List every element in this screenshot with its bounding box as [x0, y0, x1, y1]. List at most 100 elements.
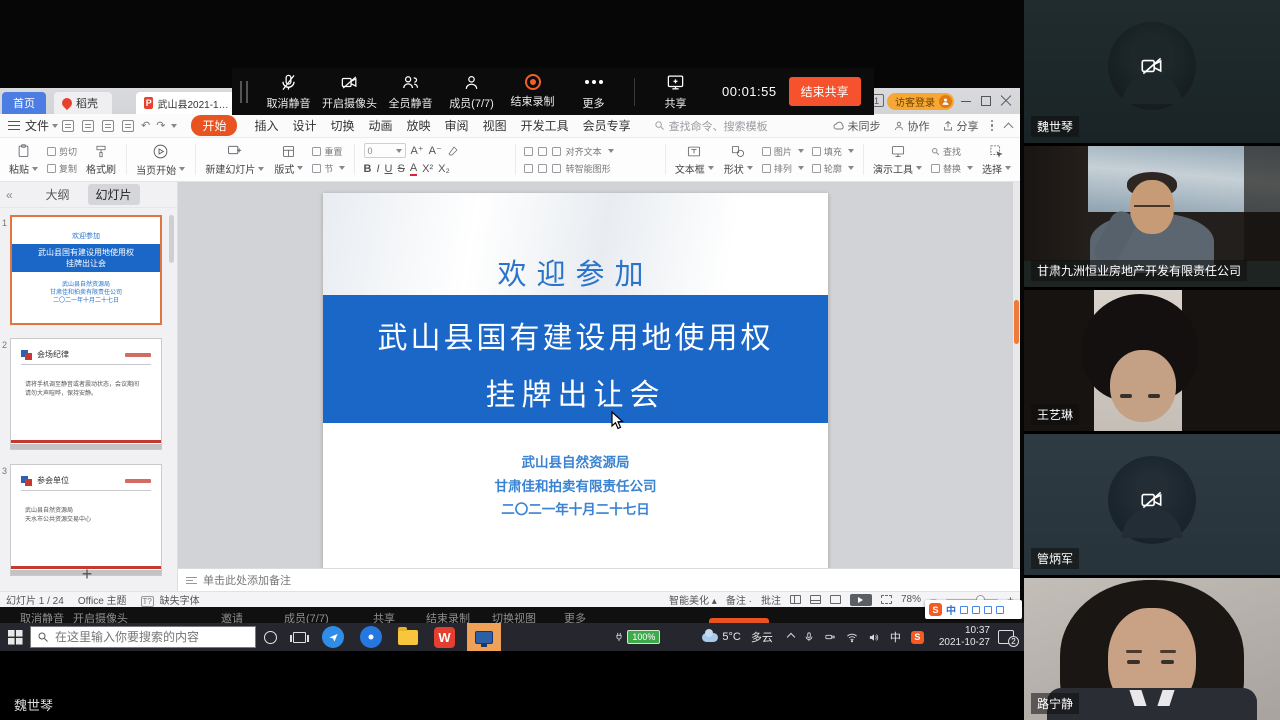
preview-icon[interactable] — [122, 120, 134, 132]
ime-grid-icon[interactable] — [996, 606, 1004, 614]
tray-network[interactable] — [846, 632, 858, 643]
beautify-button[interactable]: 智能美化 ▴ — [669, 592, 717, 607]
blue-app-button[interactable] — [360, 626, 382, 648]
bb-mute[interactable]: 取消静音 — [20, 610, 64, 623]
missing-font-warning[interactable]: T? 缺失字体 — [141, 592, 200, 607]
format-painter-button[interactable]: 格式刷 — [81, 140, 121, 179]
section-button[interactable]: 节 — [312, 162, 345, 175]
slide-thumbnail-3[interactable]: 参会单位 武山县自然资源局 天水市公共资源交易中心 — [10, 464, 162, 576]
normal-view-icon[interactable] — [790, 595, 801, 604]
file-menu[interactable]: 文件 — [25, 117, 49, 134]
ribbon-tab-insert[interactable]: 插入 — [254, 117, 278, 134]
close-button[interactable] — [1000, 95, 1012, 107]
slide-canvas[interactable]: 欢迎参加 武山县国有建设用地使用权 挂牌出让会 武山县自然资源局 甘肃佳和拍卖有… — [178, 182, 1020, 568]
ime-indicator[interactable]: 中 — [890, 629, 901, 645]
taskbar-search-input[interactable] — [55, 630, 235, 644]
sync-status[interactable]: 未同步 — [833, 118, 881, 134]
comments-button[interactable]: 批注 — [761, 592, 781, 607]
weather-desc[interactable]: 多云 — [751, 629, 773, 645]
layout-button[interactable]: 版式 — [269, 140, 308, 179]
sorter-view-icon[interactable] — [810, 595, 821, 604]
ribbon-tab-view[interactable]: 视图 — [483, 117, 507, 134]
ribbon-tab-transition[interactable]: 切换 — [331, 117, 355, 134]
present-tools-button[interactable]: 演示工具 — [868, 140, 927, 179]
end-share-button[interactable]: 结束共享 — [789, 77, 861, 106]
shapes-button[interactable]: 形状 — [719, 140, 758, 179]
clock[interactable]: 10:37 2021-10-27 — [939, 625, 990, 649]
meeting-app-button[interactable] — [322, 626, 344, 648]
font-size-box[interactable]: 0 — [364, 143, 406, 158]
paste-button[interactable]: 粘贴 — [4, 140, 43, 179]
find-button[interactable]: 查找 — [931, 145, 973, 158]
fill-button[interactable]: 填充 — [812, 145, 854, 158]
number-list-icon[interactable] — [538, 147, 547, 156]
tray-usb[interactable] — [824, 632, 836, 642]
zoom-level[interactable]: 78% — [901, 594, 921, 605]
participant-tile[interactable]: 甘肃九洲恒业房地产开发有限责任公司 — [1024, 146, 1280, 287]
action-center-button[interactable]: 2 — [998, 630, 1014, 644]
task-view-button[interactable] — [293, 632, 306, 643]
command-search[interactable]: 查找命令、搜索模板 — [654, 118, 768, 134]
bb-members[interactable]: 成员(7/7) — [284, 610, 329, 623]
bb-more[interactable]: 更多 — [564, 610, 586, 623]
bb-invite[interactable]: 邀请 — [221, 610, 243, 623]
collapse-panel-icon[interactable]: « — [6, 188, 13, 202]
end-record-button[interactable]: 结束录制 — [502, 74, 563, 109]
ime-tool-icon[interactable] — [960, 606, 968, 614]
align-center-icon[interactable] — [538, 164, 547, 173]
tray-expand-button[interactable] — [788, 634, 794, 640]
notes-button[interactable]: 备注 · — [726, 592, 752, 607]
share-doc-button[interactable]: 分享 — [942, 118, 979, 134]
cortana-button[interactable] — [264, 631, 277, 644]
arrange-button[interactable]: 排列 — [762, 162, 804, 175]
active-screenshare-app[interactable] — [467, 623, 501, 651]
ime-toolbar[interactable]: S 中 — [925, 600, 1022, 619]
tray-mic[interactable] — [804, 631, 814, 643]
collapse-ribbon-icon[interactable] — [1004, 122, 1014, 132]
current-slide[interactable]: 欢迎参加 武山县国有建设用地使用权 挂牌出让会 武山县自然资源局 甘肃佳和拍卖有… — [323, 193, 828, 568]
undo-icon[interactable]: ↶ — [141, 119, 150, 132]
weather-temp[interactable]: 5°C — [722, 631, 740, 643]
tab-outline[interactable]: 大纲 — [37, 184, 77, 205]
hamburger-icon[interactable] — [8, 121, 20, 130]
sogou-tray-icon[interactable]: S — [911, 631, 924, 644]
taskbar-search[interactable] — [30, 626, 256, 648]
wps-app-button[interactable]: W — [434, 627, 455, 648]
guest-login-button[interactable]: 访客登录 — [887, 93, 954, 110]
bb-camera[interactable]: 开启摄像头 — [73, 610, 128, 623]
history-caret-icon[interactable] — [171, 124, 177, 128]
ime-mode[interactable]: 中 — [946, 602, 956, 617]
mute-all-button[interactable]: 全员静音 — [380, 73, 441, 111]
new-slide-button[interactable]: 新建幻灯片 — [200, 140, 269, 179]
superscript-button[interactable]: X² — [422, 163, 433, 175]
ribbon-tab-devtools[interactable]: 开发工具 — [521, 117, 569, 134]
save-icon[interactable] — [62, 120, 74, 132]
decrease-font-button[interactable]: A⁻ — [429, 144, 442, 157]
tab-slides[interactable]: 幻灯片 — [88, 184, 140, 205]
slideshow-button[interactable] — [850, 594, 872, 606]
ribbon-tab-member[interactable]: 会员专享 — [583, 117, 631, 134]
drag-handle-icon[interactable] — [240, 81, 248, 103]
strike-button[interactable]: S — [397, 163, 404, 175]
select-button[interactable]: 选择 — [977, 140, 1016, 179]
add-slide-button[interactable]: + — [72, 564, 102, 585]
ribbon-tab-design[interactable]: 设计 — [292, 117, 316, 134]
textbox-button[interactable]: 文本框 — [670, 140, 719, 179]
reading-view-icon[interactable] — [830, 595, 841, 604]
members-button[interactable]: 成员(7/7) — [441, 73, 502, 111]
participant-tile[interactable]: 管炳军 — [1024, 434, 1280, 575]
bullet-list-icon[interactable] — [524, 147, 533, 156]
bb-switch-view[interactable]: 切换视图 — [492, 610, 536, 623]
ribbon-tab-review[interactable]: 审阅 — [445, 117, 469, 134]
align-right-icon[interactable] — [552, 164, 561, 173]
file-explorer-button[interactable] — [398, 630, 418, 645]
indent-icon[interactable] — [552, 147, 561, 156]
fit-slide-icon[interactable] — [881, 595, 892, 604]
battery-indicator[interactable]: 100% — [614, 630, 660, 644]
notes-bar[interactable]: 单击此处添加备注 — [178, 568, 1020, 591]
tab-docer[interactable]: 稻壳 — [54, 92, 112, 114]
ribbon-tab-slideshow[interactable]: 放映 — [407, 117, 431, 134]
ribbon-tab-animation[interactable]: 动画 — [369, 117, 393, 134]
export-icon[interactable] — [82, 120, 94, 132]
theme-name[interactable]: Office 主题 — [78, 592, 127, 607]
